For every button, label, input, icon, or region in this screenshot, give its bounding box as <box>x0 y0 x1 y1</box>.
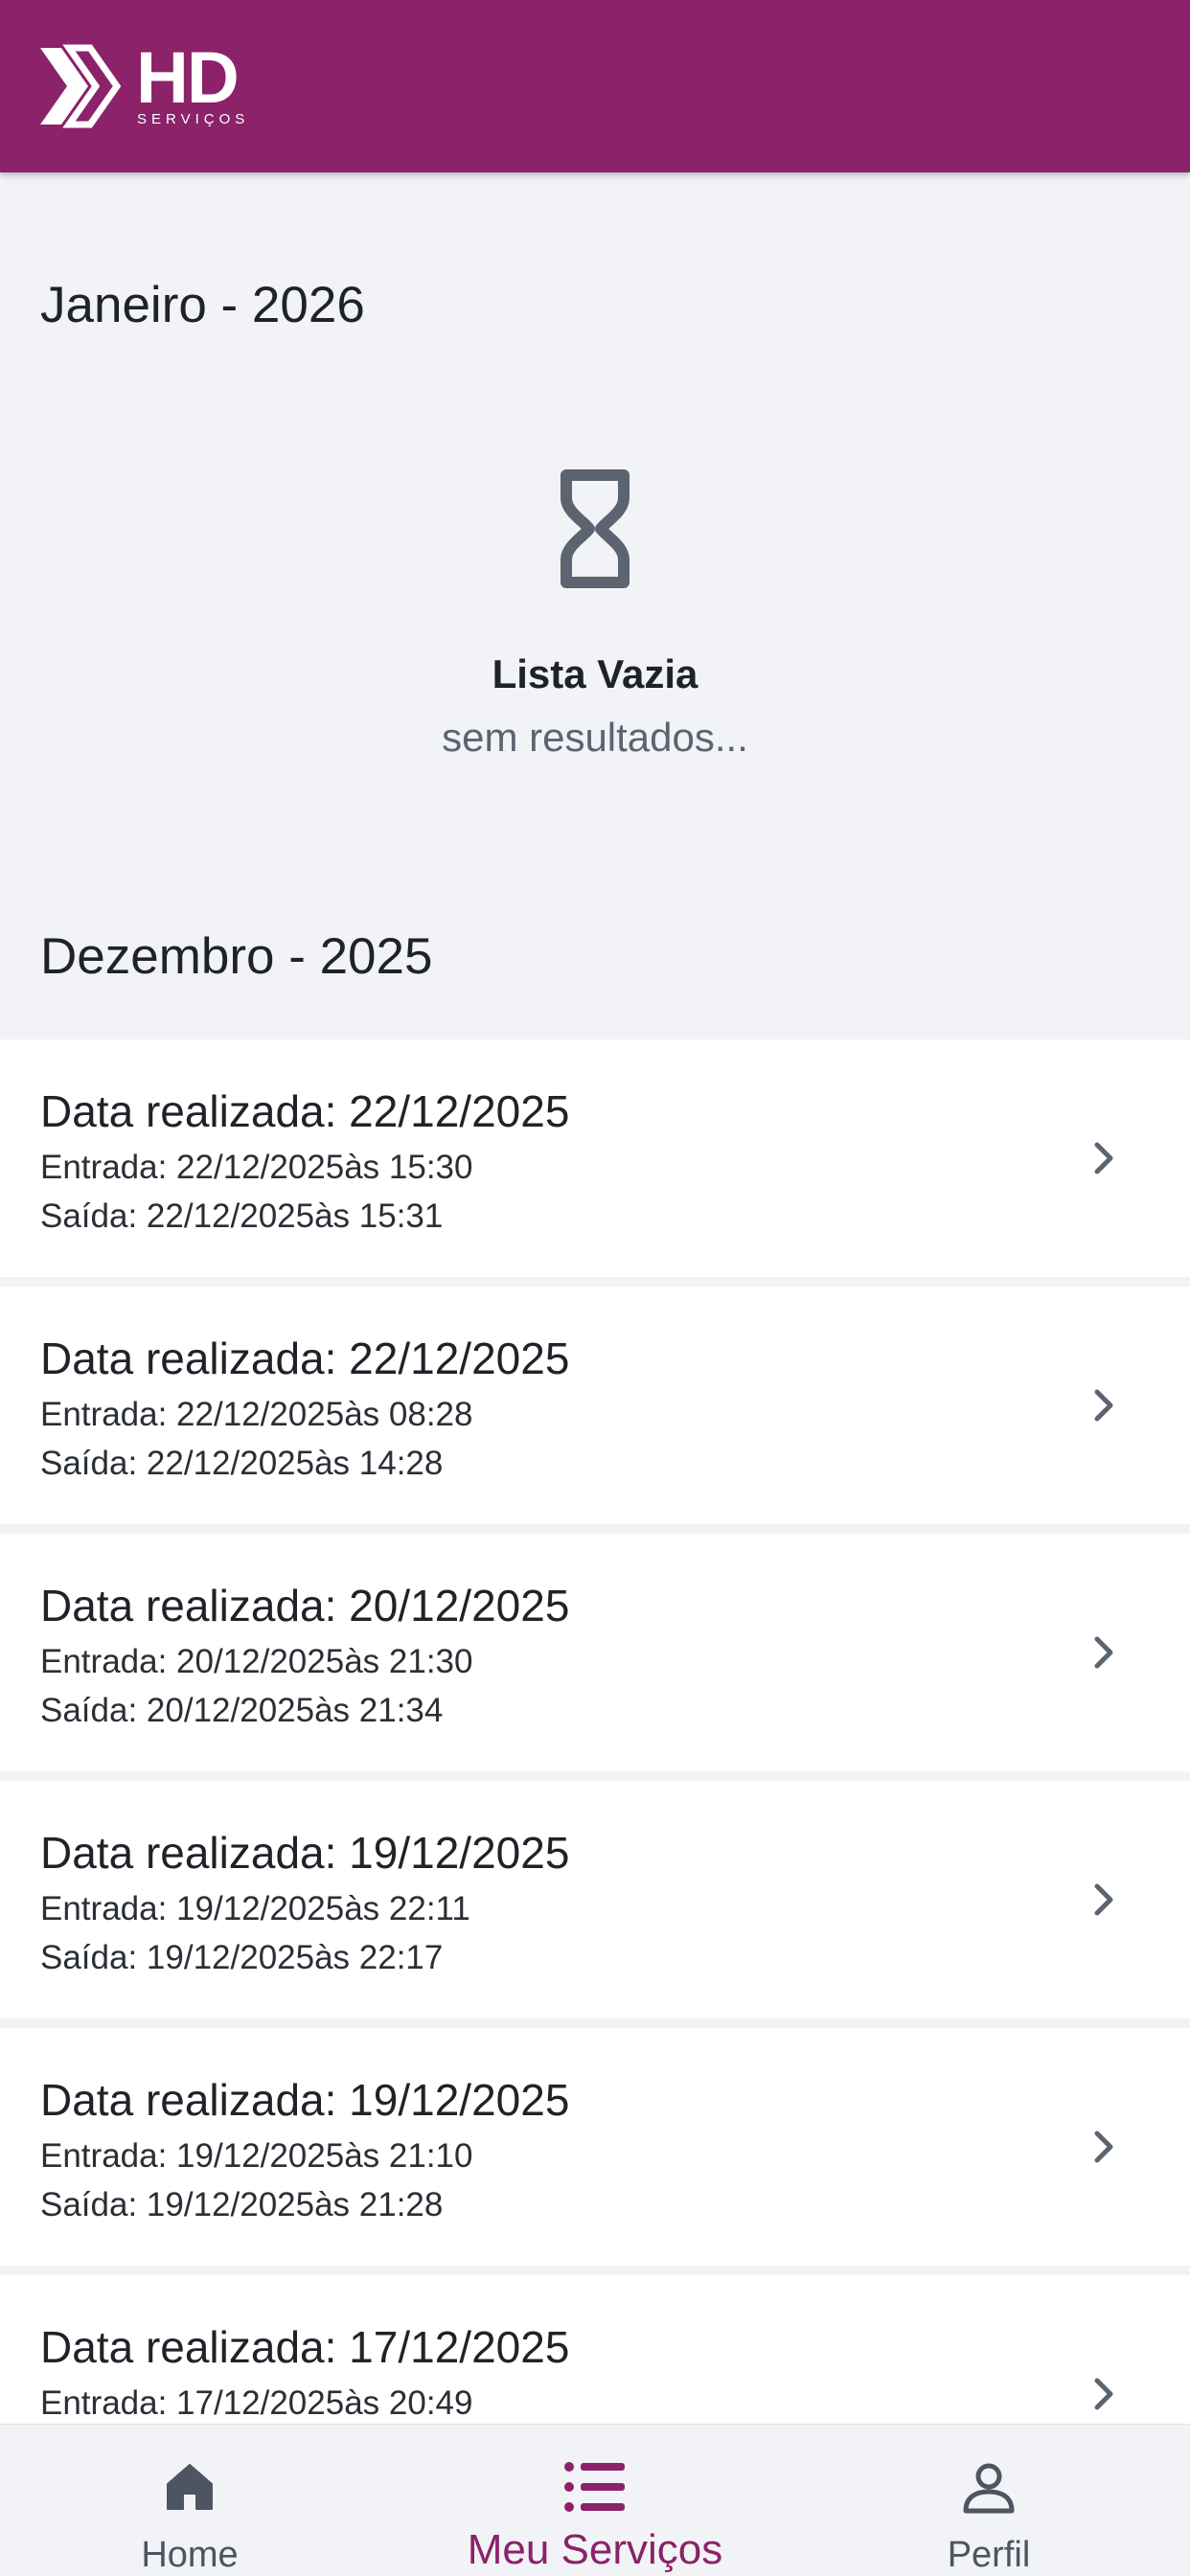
service-date: Data realizada: 19/12/2025 <box>40 1828 570 1878</box>
service-saida: Saída: 22/12/2025às 15:31 <box>40 1197 444 1235</box>
empty-state-title: Lista Vazia <box>492 651 698 696</box>
service-card[interactable]: Data realizada: 19/12/2025 Entrada: 19/1… <box>0 1781 1190 2018</box>
hd-servicos-logo: HD SERVIÇOS <box>40 37 244 130</box>
service-saida: Saída: 19/12/2025às 22:17 <box>40 1939 444 1976</box>
service-date: Data realizada: 19/12/2025 <box>40 2075 570 2125</box>
service-card[interactable]: Data realizada: 22/12/2025 Entrada: 22/1… <box>0 1039 1190 1277</box>
service-entrada: Entrada: 19/12/2025às 22:11 <box>40 1890 470 1927</box>
app-header: HD SERVIÇOS <box>0 0 1190 172</box>
service-entrada: Entrada: 22/12/2025às 08:28 <box>40 1396 473 1433</box>
section-title-dezembro: Dezembro - 2025 <box>40 928 433 985</box>
empty-state: Lista Vazia sem resultados... <box>0 469 1190 761</box>
nav-item-home[interactable]: Home <box>46 2425 333 2576</box>
service-date: Data realizada: 22/12/2025 <box>40 1334 570 1383</box>
section-title-janeiro: Janeiro - 2026 <box>40 277 365 333</box>
service-entrada: Entrada: 22/12/2025às 15:30 <box>40 1149 473 1186</box>
empty-state-subtitle: sem resultados... <box>442 715 748 760</box>
chevron-right-icon[interactable] <box>1085 1881 1123 1919</box>
hourglass-icon <box>561 469 629 588</box>
person-icon <box>963 2463 1015 2514</box>
list-icon <box>564 2462 625 2512</box>
chevron-right-icon[interactable] <box>1085 1633 1123 1672</box>
service-saida: Saída: 20/12/2025às 21:34 <box>40 1692 444 1729</box>
home-icon <box>167 2464 213 2510</box>
chevron-right-icon[interactable] <box>1085 1139 1123 1177</box>
service-saida: Saída: 22/12/2025às 14:28 <box>40 1445 444 1482</box>
logo-subtitle: SERVIÇOS <box>137 111 250 127</box>
service-date: Data realizada: 22/12/2025 <box>40 1086 570 1136</box>
service-entrada: Entrada: 20/12/2025às 21:30 <box>40 1643 473 1680</box>
service-saida: Saída: 19/12/2025às 21:28 <box>40 2186 444 2223</box>
logo-text: HD <box>136 37 240 119</box>
service-entrada: Entrada: 19/12/2025às 21:10 <box>40 2137 473 2175</box>
nav-item-perfil[interactable]: Perfil <box>845 2425 1133 2576</box>
services-list: Data realizada: 22/12/2025 Entrada: 22/1… <box>0 1039 1190 2522</box>
service-card[interactable]: Data realizada: 20/12/2025 Entrada: 20/1… <box>0 1534 1190 1771</box>
nav-label-meu-servicos: Meu Serviços <box>467 2526 723 2573</box>
service-card[interactable]: Data realizada: 22/12/2025 Entrada: 22/1… <box>0 1287 1190 1524</box>
chevron-right-icon[interactable] <box>1085 2375 1123 2413</box>
nav-label-perfil: Perfil <box>947 2535 1031 2575</box>
chevron-right-icon[interactable] <box>1085 2128 1123 2166</box>
chevrons-logo-icon <box>40 44 122 128</box>
service-date: Data realizada: 17/12/2025 <box>40 2322 570 2372</box>
chevron-right-icon[interactable] <box>1085 1386 1123 1425</box>
service-card[interactable]: Data realizada: 19/12/2025 Entrada: 19/1… <box>0 2028 1190 2266</box>
service-entrada: Entrada: 17/12/2025às 20:49 <box>40 2384 473 2422</box>
nav-item-meu-servicos[interactable]: Meu Serviços <box>451 2425 739 2576</box>
nav-label-home: Home <box>141 2535 239 2575</box>
service-date: Data realizada: 20/12/2025 <box>40 1581 570 1630</box>
bottom-navigation: Home Meu Serviços Perfil <box>0 2424 1190 2576</box>
